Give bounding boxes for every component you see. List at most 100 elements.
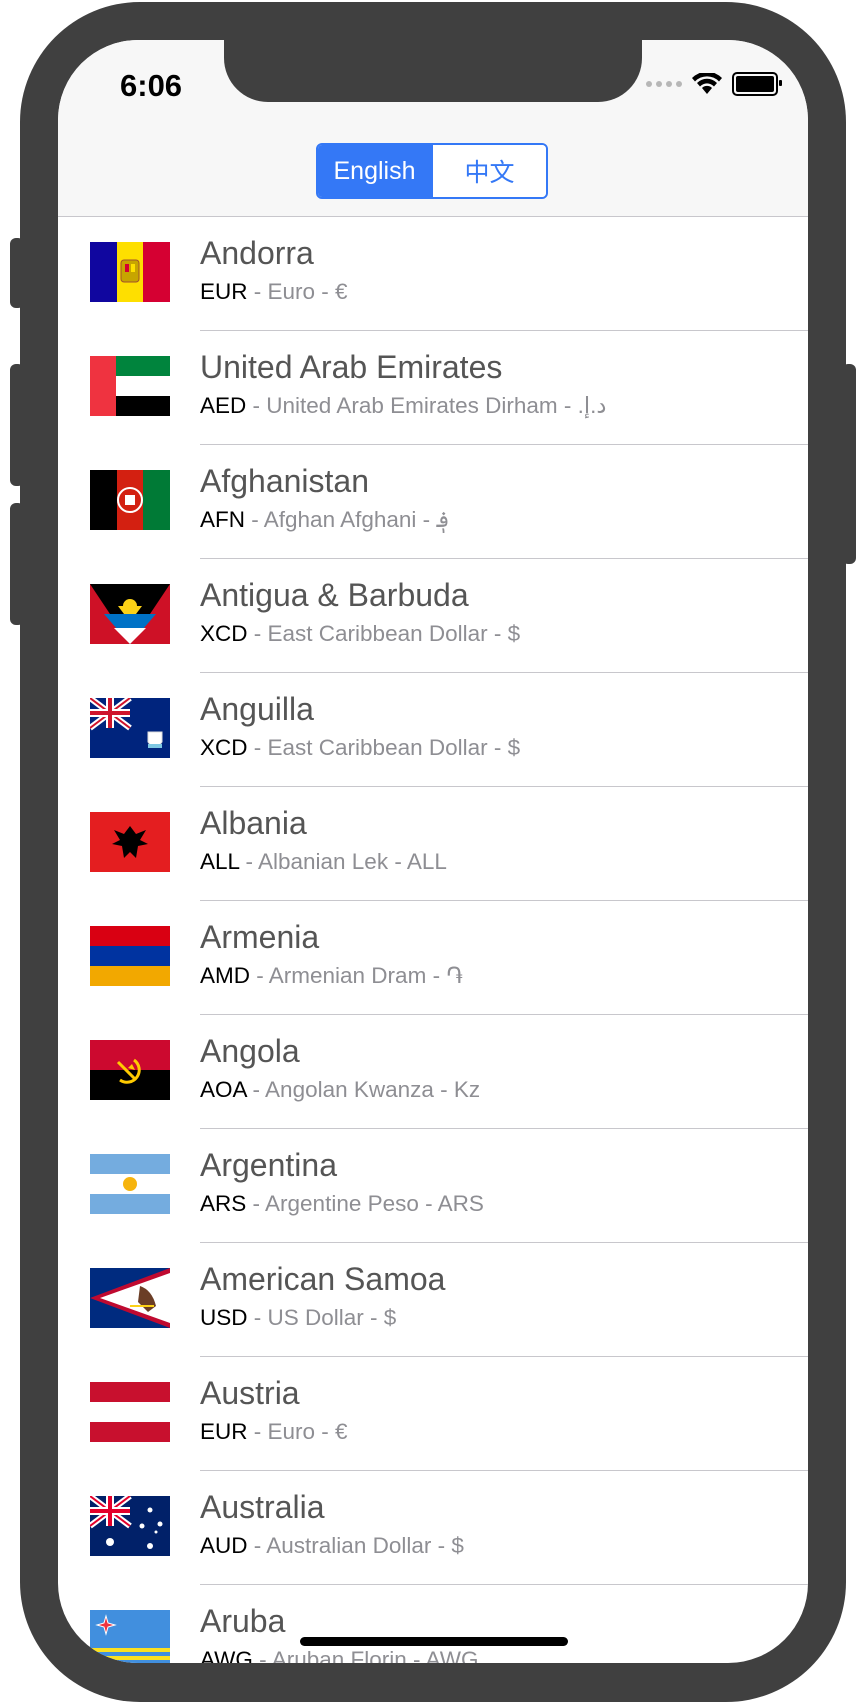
separator-dash: - [247,1419,268,1444]
currency-info: XCD - East Caribbean Dollar - $ [200,621,520,647]
separator-dash: - [239,849,258,874]
currency-name: Angolan Kwanza [265,1077,434,1102]
currency-code: AED [200,393,247,418]
list-item[interactable]: Anguilla XCD - East Caribbean Dollar - $ [58,673,808,787]
currency-info: ALL - Albanian Lek - ALL [200,849,447,875]
home-indicator[interactable] [300,1637,568,1646]
country-name: Armenia [200,919,320,955]
wifi-icon [692,73,722,94]
separator-dash: - [416,507,437,532]
list-item[interactable]: Argentina ARS - Argentine Peso - ARS [58,1129,808,1243]
separator-dash: - [247,621,268,646]
list-item[interactable]: Aruba AWG - Aruban Florin - AWG [58,1585,808,1663]
aruba-flag-icon [90,1610,170,1663]
list-item[interactable]: Andorra EUR - Euro - € [58,217,808,331]
separator-dash: - [247,1305,268,1330]
country-name: Afghanistan [200,463,370,499]
list-item[interactable]: Albania ALL - Albanian Lek - ALL [58,787,808,901]
currency-info: XCD - East Caribbean Dollar - $ [200,735,520,761]
country-list[interactable]: Andorra EUR - Euro - € United Arab Emirate… [58,217,808,1663]
currency-info: AFN - Afghan Afghani - ؋ [200,507,450,533]
list-item[interactable]: Antigua & Barbuda XCD - East Caribbean Do… [58,559,808,673]
currency-code: AMD [200,963,250,988]
currency-name: Albanian Lek [257,849,389,874]
currency-name: Euro [267,279,316,304]
currency-symbol: $ [507,621,521,646]
currency-info: ARS - Argentine Peso - ARS [200,1191,484,1217]
segment-english[interactable]: English [318,145,431,197]
currency-code: USD [200,1305,248,1330]
separator-dash: - [418,1191,438,1216]
currency-name: Afghan Afghani [263,507,417,532]
separator-dash: - [247,735,268,760]
currency-name: Aruban Florin [271,1647,407,1663]
country-name: Antigua & Barbuda [200,577,469,613]
country-name: United Arab Emirates [200,349,503,385]
angola-flag-icon [90,1040,170,1100]
currency-symbol: $ [507,735,521,760]
currency-code: EUR [200,279,248,304]
separator-dash: - [247,279,268,304]
separator-dash: - [252,1647,272,1663]
list-item[interactable]: Afghanistan AFN - Afghan Afghani - ؋ [58,445,808,559]
country-name: Austria [200,1375,300,1411]
currency-code: EUR [200,1419,248,1444]
list-item[interactable]: Angola AOA - Angolan Kwanza - Kz [58,1015,808,1129]
battery-icon [732,72,782,96]
currency-symbol: € [335,1419,348,1444]
currency-symbol: $ [451,1533,464,1558]
currency-code: AOA [200,1077,247,1102]
list-item[interactable]: Armenia AMD - Armenian Dram - ֏ [58,901,808,1015]
country-name: Albania [200,805,307,841]
list-item[interactable]: Australia AUD - Australian Dollar - $ [58,1471,808,1585]
currency-symbol: ALL [406,849,447,874]
separator-dash: - [315,1419,336,1444]
currency-code: XCD [200,621,248,646]
volume-up-button [10,364,24,486]
afghanistan-flag-icon [90,470,170,530]
currency-code: AUD [200,1533,248,1558]
separator-dash: - [431,1533,452,1558]
separator-dash: - [246,393,267,418]
austria-flag-icon [90,1382,170,1442]
mute-switch [10,238,24,308]
separator-dash: - [487,621,508,646]
albania-flag-icon [90,812,170,872]
currency-info: EUR - Euro - € [200,279,348,305]
language-segmented-control[interactable]: English 中文 [316,143,548,199]
separator-dash: - [557,393,578,418]
american-samoa-flag-icon [90,1268,170,1328]
currency-symbol: ؋ [436,507,450,532]
volume-down-button [10,503,24,625]
list-item[interactable]: American Samoa USD - US Dollar - $ [58,1243,808,1357]
uae-flag-icon [90,356,170,416]
separator-dash: - [250,963,269,988]
currency-info: AOA - Angolan Kwanza - Kz [200,1077,480,1103]
currency-name: US Dollar [267,1305,364,1330]
currency-name: Argentine Peso [265,1191,419,1216]
country-name: Andorra [200,235,314,271]
power-button [842,364,856,564]
currency-code: AFN [200,507,245,532]
currency-code: ALL [200,849,240,874]
screen: 6:06 English 中文 Andorra EUR - Euro - € Uni… [58,40,808,1663]
currency-name: East Caribbean Dollar [267,621,488,646]
separator-dash: - [247,1533,267,1558]
australia-flag-icon [90,1496,170,1556]
signal-icon [646,81,682,87]
anguilla-flag-icon [90,698,170,758]
currency-code: ARS [200,1191,247,1216]
country-name: Argentina [200,1147,337,1183]
currency-code: XCD [200,735,248,760]
currency-name: East Caribbean Dollar [267,735,488,760]
list-item[interactable]: Austria EUR - Euro - € [58,1357,808,1471]
armenia-flag-icon [90,926,170,986]
country-name: Australia [200,1489,325,1525]
separator-dash: - [315,279,336,304]
currency-info: EUR - Euro - € [200,1419,348,1445]
list-item[interactable]: United Arab Emirates AED - United Arab Em… [58,331,808,445]
country-name: Aruba [200,1603,286,1639]
currency-name: Euro [267,1419,316,1444]
currency-name: Armenian Dram [268,963,427,988]
segment-chinese[interactable]: 中文 [431,145,546,197]
